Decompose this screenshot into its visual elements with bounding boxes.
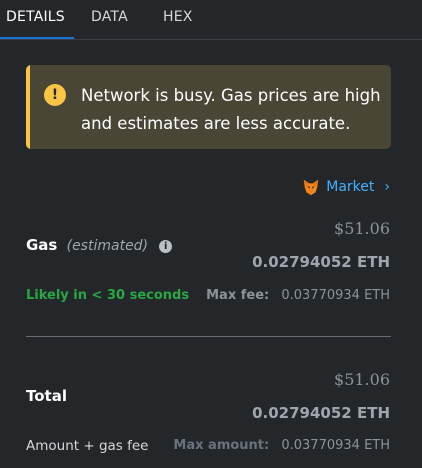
market-label: Market	[326, 179, 375, 195]
active-tab-indicator	[0, 37, 74, 39]
gas-eth-amount: 0.02794052 ETH	[252, 253, 390, 271]
warning-message: Network is busy. Gas prices are high and…	[81, 86, 381, 133]
total-eth-amount: 0.02794052 ETH	[252, 404, 390, 422]
gas-estimated-qualifier: (estimated)	[66, 238, 149, 254]
total-label: Total	[26, 387, 67, 405]
max-fee: Max fee: 0.03770934 ETH	[206, 288, 390, 303]
metamask-fox-icon	[304, 179, 319, 196]
amount-plus-gas-label: Amount + gas fee	[26, 438, 149, 454]
gas-label: Gas	[26, 236, 58, 254]
total-fiat-amount: $51.06	[334, 370, 390, 389]
max-fee-label: Max fee:	[206, 288, 270, 303]
gas-fiat-amount: $51.06	[334, 219, 390, 238]
max-fee-value: 0.03770934 ETH	[281, 288, 390, 303]
section-divider	[26, 336, 391, 337]
chevron-right-icon: ›	[384, 179, 390, 195]
tab-hex[interactable]: HEX	[163, 9, 193, 25]
gas-row-label: Gas (estimated) i	[26, 236, 173, 254]
tab-details[interactable]: DETAILS	[6, 9, 65, 25]
max-amount: Max amount: 0.03770934 ETH	[173, 438, 390, 453]
network-busy-warning: ! Network is busy. Gas prices are high a…	[26, 65, 391, 149]
max-amount-value: 0.03770934 ETH	[281, 438, 390, 453]
market-gas-option-button[interactable]: Market ›	[302, 178, 390, 196]
tab-bar: DETAILS DATA HEX	[0, 0, 422, 40]
warning-icon: !	[44, 84, 66, 106]
info-icon[interactable]: i	[159, 240, 173, 253]
warning-stripe	[26, 65, 30, 149]
tab-data[interactable]: DATA	[91, 9, 128, 25]
gas-timing-estimate: Likely in < 30 seconds	[26, 288, 190, 303]
transaction-details-panel: DETAILS DATA HEX ! Network is busy. Gas …	[0, 0, 422, 468]
max-amount-label: Max amount:	[173, 438, 270, 453]
